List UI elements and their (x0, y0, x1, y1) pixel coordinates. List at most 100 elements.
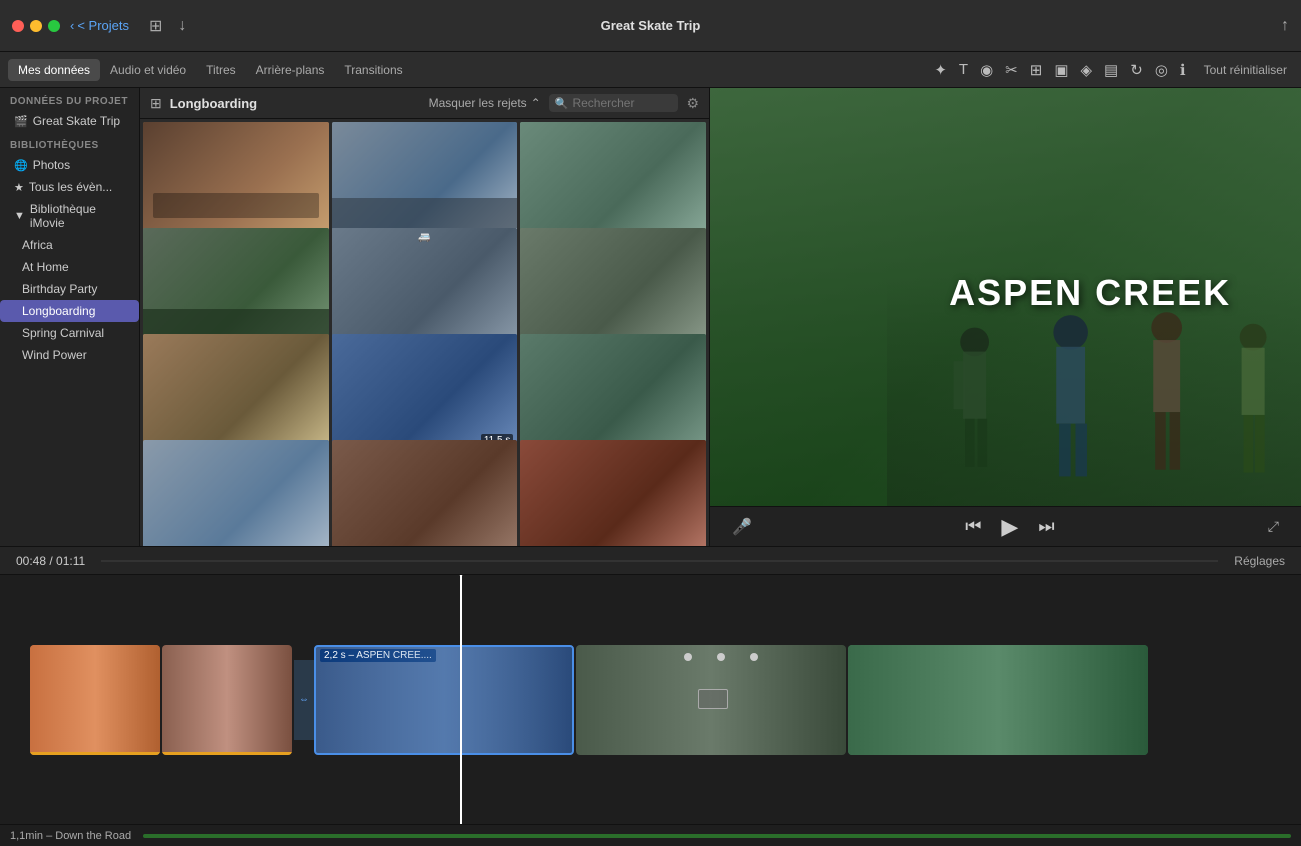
progress-bar (143, 834, 1291, 838)
timeline-header: 00:48 / 01:11 Réglages (0, 547, 1301, 575)
photos-icon: 🌐 (14, 159, 28, 172)
import-arrow-icon[interactable]: ↓ (178, 17, 186, 35)
timeline-clip-selected[interactable]: 2,2 s – ASPEN CREE.... (314, 645, 574, 755)
sidebar-item-birthday-party[interactable]: Birthday Party (0, 278, 139, 300)
timeline-tracks: ⇔ 2,2 s – ASPEN CREE.... (0, 575, 1301, 824)
film-icon: 🎬 (14, 115, 28, 128)
search-input[interactable] (572, 96, 672, 110)
media-item[interactable] (520, 334, 706, 450)
search-icon: 🔍 (555, 97, 569, 110)
tab-arriere-plans[interactable]: Arrière-plans (246, 59, 335, 81)
info-icon[interactable]: ℹ (1180, 61, 1186, 79)
preview-controls: 🎤 ⏮ ▶ ⏭ ⤢ (710, 506, 1301, 546)
text-icon[interactable]: T (959, 61, 968, 78)
titlebar-tools: ⊞ ↓ (149, 16, 186, 36)
timeline-timecode: 00:48 / 01:11 (16, 554, 85, 568)
imovie-library-label: Bibliothèque iMovie (30, 202, 129, 230)
project-name: Great Skate Trip (33, 114, 120, 128)
media-item[interactable] (332, 440, 518, 546)
audio-icon[interactable]: ◈ (1081, 61, 1093, 79)
browser-panel: ⊞ Longboarding Masquer les rejets ⌃ 🔍 ⚙ (140, 88, 710, 546)
browser-header: ⊞ Longboarding Masquer les rejets ⌃ 🔍 ⚙ (140, 88, 709, 119)
media-grid: 🚐 11,5 s (140, 119, 709, 546)
tab-transitions[interactable]: Transitions (334, 59, 412, 81)
media-item[interactable] (143, 440, 329, 546)
import-icon[interactable]: ⊞ (149, 16, 162, 36)
back-label: < Projets (77, 18, 129, 33)
photos-label: Photos (33, 158, 70, 172)
traffic-lights (12, 20, 60, 32)
color-icon[interactable]: ◉ (980, 61, 993, 79)
sidebar-item-imovie-library[interactable]: ▼ Bibliothèque iMovie (0, 198, 139, 234)
camera-icon[interactable]: ▣ (1054, 61, 1068, 79)
export-button[interactable]: ↑ (1281, 17, 1289, 35)
media-item[interactable]: 🚐 (332, 228, 518, 344)
playhead-triangle (455, 575, 467, 577)
timeline-clip[interactable] (30, 645, 160, 755)
grid-view-button[interactable]: ⊞ (150, 95, 162, 112)
reset-button[interactable]: Tout réinitialiser (1198, 61, 1293, 79)
tab-audio-video[interactable]: Audio et vidéo (100, 59, 196, 81)
media-item[interactable] (143, 122, 329, 238)
libraries-section-title: BIBLIOTHÈQUES (0, 132, 139, 154)
sidebar-item-project[interactable]: 🎬 Great Skate Trip (0, 110, 139, 132)
playhead[interactable] (460, 575, 462, 824)
crop-icon[interactable]: ✂ (1005, 61, 1018, 79)
timeline-clip[interactable] (576, 645, 846, 755)
main-area: DONNÉES DU PROJET 🎬 Great Skate Trip BIB… (0, 88, 1301, 546)
sidebar-item-africa[interactable]: Africa (0, 234, 139, 256)
birthday-party-label: Birthday Party (22, 282, 97, 296)
africa-label: Africa (22, 238, 53, 252)
back-button[interactable]: ‹ < Projets (70, 18, 129, 33)
filter-button[interactable]: Masquer les rejets ⌃ (429, 96, 541, 110)
media-item[interactable] (520, 440, 706, 546)
settings-icon[interactable]: ⚙ (686, 95, 699, 112)
rotate-icon[interactable]: ↻ (1130, 61, 1143, 79)
globe-icon[interactable]: ◎ (1155, 61, 1168, 79)
fullscreen-button[interactable]: ⤢ (1268, 518, 1279, 535)
play-button[interactable]: ▶ (1001, 514, 1018, 540)
status-text: 1,1min – Down the Road (10, 830, 131, 842)
preview-panel: ASPEN CREEK (710, 88, 1301, 546)
silhouettes (917, 255, 1301, 506)
timeline-clip[interactable] (162, 645, 292, 755)
magic-wand-icon[interactable]: ✦ (934, 61, 947, 79)
minimize-button[interactable] (30, 20, 42, 32)
skip-back-button[interactable]: ⏮ (965, 516, 981, 537)
sidebar: DONNÉES DU PROJET 🎬 Great Skate Trip BIB… (0, 88, 140, 546)
chevron-down-icon: ▼ (14, 210, 25, 222)
skip-forward-button[interactable]: ⏭ (1038, 516, 1054, 537)
sidebar-item-photos[interactable]: 🌐 Photos (0, 154, 139, 176)
sidebar-item-longboarding[interactable]: Longboarding (0, 300, 139, 322)
project-section-title: DONNÉES DU PROJET (0, 88, 139, 110)
close-button[interactable] (12, 20, 24, 32)
tab-mes-donnees[interactable]: Mes données (8, 59, 100, 81)
sidebar-item-all-events[interactable]: ★ Tous les évèn... (0, 176, 139, 198)
toolbar-tabs: Mes données Audio et vidéo Titres Arrièr… (8, 59, 413, 81)
timeline-clips: ⇔ 2,2 s – ASPEN CREE.... (0, 640, 1148, 760)
chart-icon[interactable]: ▤ (1104, 61, 1118, 79)
media-item[interactable] (332, 122, 518, 238)
media-item[interactable] (520, 228, 706, 344)
all-events-label: Tous les évèn... (29, 180, 112, 194)
at-home-label: At Home (22, 260, 69, 274)
filter-label: Masquer les rejets (429, 96, 527, 110)
sidebar-item-at-home[interactable]: At Home (0, 256, 139, 278)
wind-power-label: Wind Power (22, 348, 87, 362)
media-item[interactable] (143, 228, 329, 344)
sidebar-item-wind-power[interactable]: Wind Power (0, 344, 139, 366)
chevron-left-icon: ‹ (70, 18, 74, 33)
fullscreen-button[interactable] (48, 20, 60, 32)
media-item[interactable] (143, 334, 329, 450)
sidebar-item-spring-carnival[interactable]: Spring Carnival (0, 322, 139, 344)
tab-titres[interactable]: Titres (196, 59, 246, 81)
preview-video: ASPEN CREEK (710, 88, 1301, 506)
toolbar-actions: ✦ T ◉ ✂ ⊞ ▣ ◈ ▤ ↻ ◎ ℹ Tout réinitialiser (934, 61, 1293, 79)
timeline-settings-button[interactable]: Réglages (1234, 554, 1285, 568)
microphone-button[interactable]: 🎤 (732, 517, 752, 537)
timeline-clip[interactable] (848, 645, 1148, 755)
media-item[interactable] (520, 122, 706, 238)
media-item[interactable]: 11,5 s (332, 334, 518, 450)
filter-icon[interactable]: ⊞ (1030, 61, 1043, 79)
timeline-track-area: ⇔ 2,2 s – ASPEN CREE.... (0, 575, 1301, 824)
